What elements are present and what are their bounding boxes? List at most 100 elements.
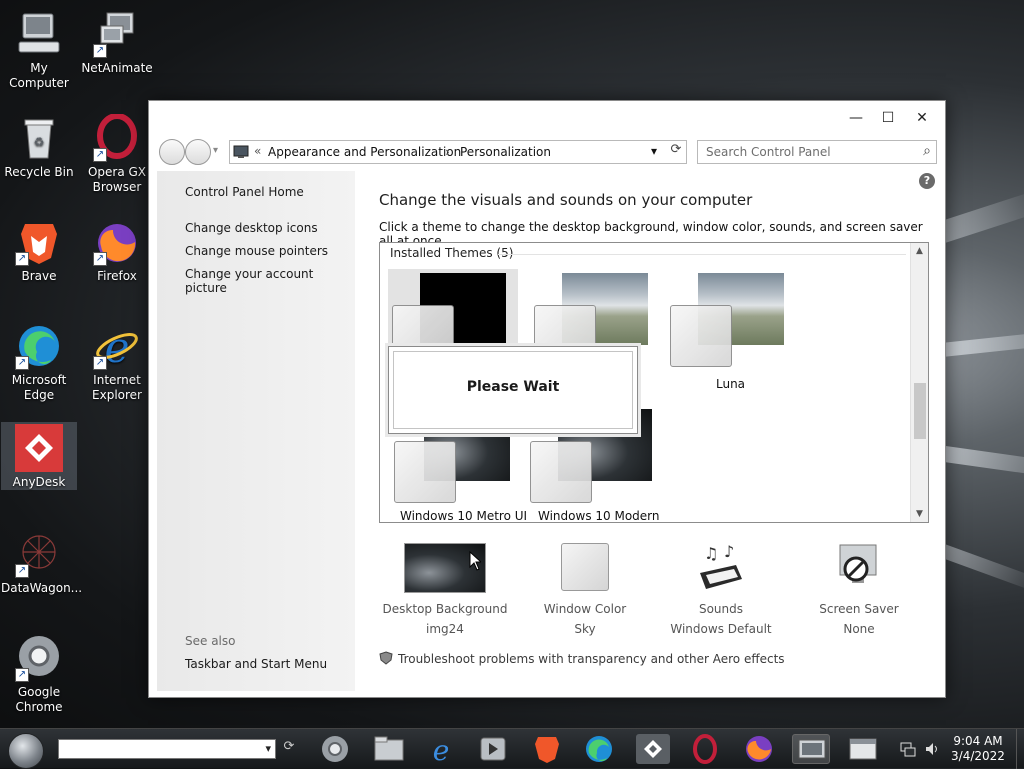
taskbar-chrome-icon[interactable] bbox=[318, 734, 352, 764]
brave-lion-icon: ↗ bbox=[15, 218, 63, 266]
scroll-thumb[interactable] bbox=[914, 383, 926, 439]
window-color-button[interactable]: Window Color Sky bbox=[517, 543, 653, 639]
color-swatch-icon bbox=[561, 543, 609, 591]
anydesk-icon bbox=[15, 424, 63, 472]
desktop-icon-label: Internet Explorer bbox=[92, 373, 142, 402]
control-panel-home-link[interactable]: Control Panel Home bbox=[185, 185, 304, 199]
refresh-button[interactable]: ⟳ bbox=[665, 142, 687, 162]
shortcut-arrow-icon: ↗ bbox=[15, 564, 29, 578]
scroll-down-arrow[interactable]: ▼ bbox=[911, 506, 928, 522]
taskbar-brave-icon[interactable] bbox=[530, 734, 564, 764]
desktop-icon-firefox[interactable]: ↗ Firefox bbox=[79, 218, 155, 284]
taskbar-media-player-icon[interactable] bbox=[476, 734, 510, 764]
theme-item-luna[interactable]: Luna bbox=[666, 269, 796, 399]
desktop-icon-label: AnyDesk bbox=[12, 475, 66, 489]
recent-pages-dropdown-icon[interactable]: ▾ bbox=[213, 145, 218, 156]
breadcrumb-separator[interactable]: › bbox=[445, 145, 450, 159]
theme-color-swatch bbox=[670, 305, 732, 367]
desktop-icon-opera-gx[interactable]: ↗ Opera GX Browser bbox=[79, 113, 155, 195]
taskbar-edge-icon[interactable] bbox=[582, 734, 616, 764]
address-prefix: « bbox=[254, 144, 262, 158]
taskbar-address-dropdown-icon[interactable]: ▾ bbox=[265, 742, 271, 755]
forward-button[interactable] bbox=[185, 139, 211, 165]
taskbar-window-icon[interactable] bbox=[846, 734, 880, 764]
installed-themes-label: Installed Themes (5) bbox=[390, 246, 514, 260]
search-input[interactable]: Search Control Panel bbox=[706, 145, 831, 159]
taskbar-firefox-icon[interactable] bbox=[742, 734, 776, 764]
taskbar-start-menu-link[interactable]: Taskbar and Start Menu bbox=[185, 657, 327, 671]
close-button[interactable]: ✕ bbox=[905, 107, 939, 129]
taskbar-anydesk-icon[interactable] bbox=[636, 734, 670, 764]
shortcut-arrow-icon: ↗ bbox=[15, 252, 29, 266]
change-mouse-pointers-link[interactable]: Change mouse pointers bbox=[185, 244, 328, 258]
desktop-icon-brave[interactable]: ↗ Brave bbox=[1, 218, 77, 284]
scroll-up-arrow[interactable]: ▲ bbox=[911, 243, 928, 259]
search-icon[interactable]: ⌕ bbox=[923, 143, 931, 159]
sounds-button[interactable]: ♫ ♪ Sounds Windows Default bbox=[653, 542, 789, 639]
troubleshoot-link[interactable]: Troubleshoot problems with transparency … bbox=[379, 651, 785, 666]
shortcut-arrow-icon: ↗ bbox=[93, 356, 107, 370]
volume-icon[interactable] bbox=[924, 741, 940, 757]
please-wait-dialog: Please Wait bbox=[388, 346, 638, 434]
computer-icon bbox=[15, 10, 63, 58]
minimize-button[interactable]: — bbox=[839, 107, 873, 129]
help-icon[interactable]: ? bbox=[919, 173, 935, 189]
system-clock[interactable]: 9:04 AM 3/4/2022 bbox=[946, 734, 1010, 764]
datawagon-icon: ↗ bbox=[15, 530, 63, 578]
desktop-icon-datawagon[interactable]: ↗ DataWagon... bbox=[1, 530, 83, 596]
theme-color-swatch bbox=[394, 441, 456, 503]
see-also-heading: See also bbox=[185, 634, 236, 648]
music-keyboard-icon: ♫ ♪ bbox=[696, 542, 746, 593]
recycle-bin-icon: ♻ bbox=[15, 114, 63, 162]
mouse-cursor bbox=[469, 550, 483, 571]
taskbar-address-input[interactable]: ▾ bbox=[58, 739, 276, 759]
svg-text:♫: ♫ bbox=[704, 544, 718, 563]
svg-text:e: e bbox=[433, 734, 450, 764]
taskbar-internet-explorer-icon[interactable]: e bbox=[424, 734, 458, 767]
main-content: ? Change the visuals and sounds on your … bbox=[355, 171, 939, 691]
desktop-icon-label: Microsoft Edge bbox=[11, 373, 67, 402]
network-computers-icon: ↗ bbox=[93, 10, 141, 58]
network-icon[interactable] bbox=[900, 741, 916, 757]
window-color-title: Window Color bbox=[543, 602, 627, 616]
desktop-icon-label: Opera GX Browser bbox=[87, 165, 147, 194]
taskbar-file-explorer-icon[interactable] bbox=[372, 734, 406, 764]
breadcrumb-appearance[interactable]: Appearance and Personalization bbox=[268, 145, 461, 159]
desktop-icon-edge[interactable]: ↗ Microsoft Edge bbox=[1, 322, 77, 403]
taskbar-control-panel-icon[interactable] bbox=[792, 734, 830, 764]
desktop-icon-recycle-bin[interactable]: ♻ Recycle Bin bbox=[1, 114, 77, 180]
desktop-icon-label: DataWagon... bbox=[1, 581, 83, 595]
address-dropdown-icon[interactable]: ▾ bbox=[651, 144, 657, 158]
themes-list[interactable]: Installed Themes (5) Luna Windows 10 Met… bbox=[379, 242, 929, 523]
svg-text:e: e bbox=[105, 323, 130, 370]
themes-scrollbar[interactable]: ▲ ▼ bbox=[910, 243, 928, 522]
group-divider bbox=[498, 254, 906, 255]
taskbar-go-button[interactable]: ⟳ bbox=[279, 739, 299, 759]
opera-gx-icon: ↗ bbox=[93, 113, 141, 162]
shortcut-arrow-icon: ↗ bbox=[93, 252, 107, 266]
search-box[interactable]: Search Control Panel ⌕ bbox=[697, 140, 937, 164]
theme-color-swatch bbox=[530, 441, 592, 503]
desktop-icon-anydesk[interactable]: AnyDesk bbox=[1, 422, 77, 490]
desktop-icon-my-computer[interactable]: My Computer bbox=[1, 10, 77, 91]
maximize-button[interactable]: ☐ bbox=[871, 107, 905, 129]
desktop-icon-internet-explorer[interactable]: e ↗ Internet Explorer bbox=[79, 322, 155, 403]
shortcut-arrow-icon: ↗ bbox=[15, 356, 29, 370]
desktop-background-button[interactable]: Desktop Background img24 bbox=[377, 543, 513, 639]
taskbar: ▾ ⟳ e 9:04 AM 3/4/2022 bbox=[0, 728, 1024, 769]
address-bar[interactable]: « Appearance and Personalization › Perso… bbox=[229, 140, 687, 164]
breadcrumb-personalization[interactable]: Personalization bbox=[460, 145, 551, 159]
desktop-icon-netanimate[interactable]: ↗ NetAnimate bbox=[79, 10, 155, 76]
change-desktop-icons-link[interactable]: Change desktop icons bbox=[185, 221, 318, 235]
start-button[interactable] bbox=[8, 733, 44, 769]
back-button[interactable] bbox=[159, 139, 185, 165]
troubleshoot-text[interactable]: Troubleshoot problems with transparency … bbox=[398, 652, 785, 666]
desktop-icon-google-chrome[interactable]: ↗ Google Chrome bbox=[1, 634, 77, 715]
shortcut-arrow-icon: ↗ bbox=[93, 44, 107, 58]
firefox-icon: ↗ bbox=[93, 218, 141, 266]
screen-saver-button[interactable]: Screen Saver None bbox=[791, 543, 927, 639]
taskbar-opera-gx-icon[interactable] bbox=[688, 734, 722, 764]
change-account-picture-link[interactable]: Change your account picture bbox=[185, 267, 355, 295]
desktop-icon-label: Recycle Bin bbox=[4, 165, 74, 179]
show-desktop-button[interactable] bbox=[1016, 729, 1024, 769]
